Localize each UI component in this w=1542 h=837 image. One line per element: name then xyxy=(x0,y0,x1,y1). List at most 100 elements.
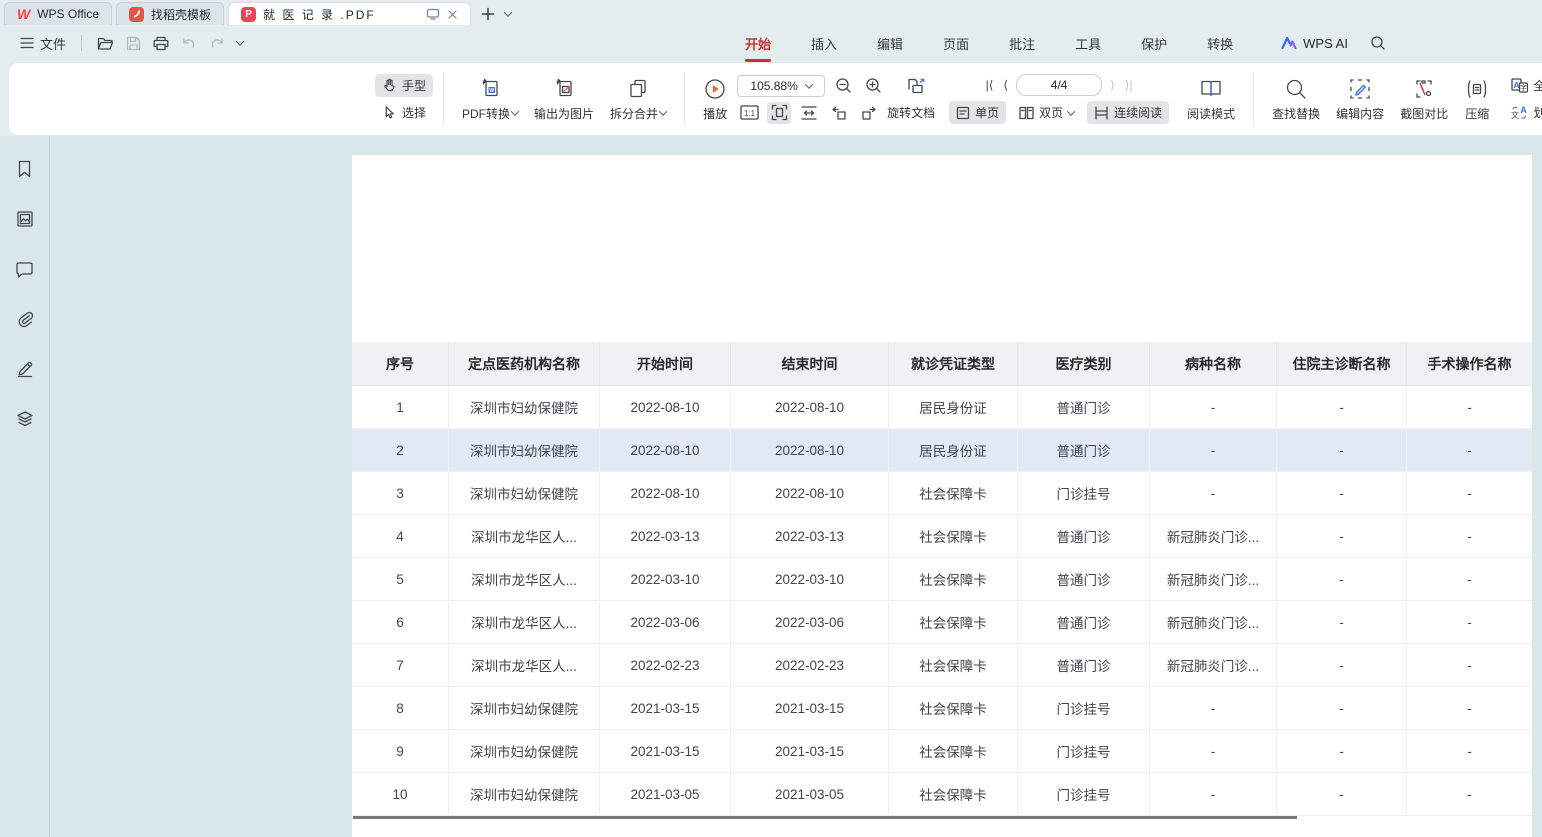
table-row: 9深圳市妇幼保健院2021-03-152021-03-15社会保障卡门诊挂号--… xyxy=(352,730,1532,773)
next-page-button[interactable]: ⟩ xyxy=(1108,78,1117,92)
ribbon-tab-编辑[interactable]: 编辑 xyxy=(875,31,905,56)
file-menu-button[interactable]: 文件 xyxy=(14,30,72,57)
hand-icon xyxy=(382,78,397,93)
table-cell: 2022-02-23 xyxy=(731,644,889,687)
table-header-cell: 住院主诊断名称 xyxy=(1277,342,1407,386)
global-search-button[interactable] xyxy=(1370,35,1386,51)
menu-bar: 文件 开始 插入 编辑 页面 批注 工具 保护 转换 WPS AI xyxy=(0,25,1542,61)
play-label: 播放 xyxy=(703,105,727,122)
rotate-doc-label[interactable]: 旋转文档 xyxy=(887,104,935,121)
table-cell: - xyxy=(1150,730,1277,773)
ribbon-tab-批注[interactable]: 批注 xyxy=(1007,31,1037,56)
print-button[interactable] xyxy=(147,33,175,54)
select-tool-button[interactable]: 选择 xyxy=(375,101,433,124)
compress-icon xyxy=(1464,77,1490,101)
table-cell: 1 xyxy=(352,386,449,429)
tab-document-pdf[interactable]: P 就 医 记 录 .PDF xyxy=(228,2,471,25)
pdf-convert-icon: W xyxy=(478,77,502,101)
table-cell: 深圳市妇幼保健院 xyxy=(449,386,600,429)
tab-list-chevron-icon[interactable] xyxy=(504,8,512,16)
ribbon-tab-保护[interactable]: 保护 xyxy=(1139,31,1169,56)
table-cell: 深圳市妇幼保健院 xyxy=(449,773,600,816)
ribbon-tab-插入[interactable]: 插入 xyxy=(809,31,839,56)
comment-icon[interactable] xyxy=(12,256,38,282)
page-number-input[interactable]: 4/4 xyxy=(1016,74,1102,96)
table-cell: - xyxy=(1407,386,1532,429)
table-cell: 新冠肺炎门诊... xyxy=(1150,644,1277,687)
prev-page-button[interactable]: ⟨ xyxy=(1001,78,1010,92)
cursor-icon xyxy=(382,105,397,120)
hand-tool-button[interactable]: 手型 xyxy=(375,74,433,97)
ribbon-tab-工具[interactable]: 工具 xyxy=(1073,31,1103,56)
pdf-page: 序号定点医药机构名称开始时间结束时间就诊凭证类型医疗类别病种名称住院主诊断名称手… xyxy=(352,155,1532,837)
close-tab-icon[interactable] xyxy=(447,9,458,20)
save-button[interactable] xyxy=(120,33,147,54)
table-cell: 社会保障卡 xyxy=(889,730,1018,773)
export-image-button[interactable]: 输出为图片 xyxy=(526,75,602,124)
one-to-one-zoom-button[interactable]: 1:1 xyxy=(737,102,761,124)
table-cell: - xyxy=(1407,601,1532,644)
table-cell: 深圳市龙华区人... xyxy=(449,515,600,558)
edit-content-label: 编辑内容 xyxy=(1336,105,1384,122)
ribbon-tab-页面[interactable]: 页面 xyxy=(941,31,971,56)
table-cell: 社会保障卡 xyxy=(889,515,1018,558)
rotate-right-button[interactable] xyxy=(857,102,881,124)
table-cell: - xyxy=(1407,515,1532,558)
svg-text:1:1: 1:1 xyxy=(744,109,756,118)
table-cell: 2022-03-13 xyxy=(731,515,889,558)
share-screen-icon[interactable] xyxy=(426,8,440,20)
table-cell: 7 xyxy=(352,644,449,687)
ribbon-tab-转换[interactable]: 转换 xyxy=(1205,31,1235,56)
word-translate-label: 划词翻译 xyxy=(1533,104,1542,121)
play-button[interactable]: 播放 xyxy=(695,75,735,124)
single-page-button[interactable]: 单页 xyxy=(949,101,1006,124)
table-cell: - xyxy=(1277,644,1407,687)
layers-icon[interactable] xyxy=(12,406,38,432)
redo-button[interactable] xyxy=(203,34,231,53)
undo-button[interactable] xyxy=(175,34,203,53)
table-header-cell: 医疗类别 xyxy=(1018,342,1150,386)
full-translate-button[interactable]: A 字 全文翻译 xyxy=(1504,74,1542,97)
double-page-button[interactable]: 双页 xyxy=(1012,101,1081,124)
word-translate-button[interactable]: 文 A 划词翻译 xyxy=(1504,101,1542,124)
rotate-left-button[interactable] xyxy=(827,102,851,124)
last-page-button[interactable]: ⟩| xyxy=(1123,78,1135,92)
signature-icon[interactable] xyxy=(12,356,38,382)
fit-width-button[interactable] xyxy=(797,102,821,124)
wps-ai-button[interactable]: WPS AI xyxy=(1281,36,1348,51)
zoom-in-button[interactable] xyxy=(861,75,885,97)
table-header-cell: 定点医药机构名称 xyxy=(449,342,600,386)
divider xyxy=(81,35,82,51)
table-cell: - xyxy=(1150,429,1277,472)
continuous-read-icon xyxy=(1094,106,1109,120)
zoom-level-value: 105.88% xyxy=(750,79,797,93)
table-cell: - xyxy=(1277,515,1407,558)
table-cell: 深圳市妇幼保健院 xyxy=(449,687,600,730)
zoom-out-button[interactable] xyxy=(831,75,855,97)
table-cell: - xyxy=(1277,472,1407,515)
open-file-button[interactable] xyxy=(91,33,120,54)
screenshot-compare-button[interactable]: 截图对比 xyxy=(1392,75,1456,124)
thumbnail-icon[interactable] xyxy=(12,206,38,232)
attachment-icon[interactable] xyxy=(12,306,38,332)
edit-content-button[interactable]: 编辑内容 xyxy=(1328,75,1392,124)
find-replace-icon xyxy=(1284,77,1308,101)
table-cell: 社会保障卡 xyxy=(889,601,1018,644)
split-merge-button[interactable]: 拆分合并 xyxy=(602,75,674,124)
ribbon-tab-开始[interactable]: 开始 xyxy=(743,31,773,56)
continuous-read-button[interactable]: 连续阅读 xyxy=(1087,101,1169,124)
word-translate-icon: 文 A xyxy=(1511,105,1528,120)
read-mode-button[interactable]: 阅读模式 xyxy=(1179,75,1243,124)
compress-button[interactable]: 压缩 xyxy=(1456,75,1498,124)
rotate-pages-button[interactable] xyxy=(905,75,929,97)
first-page-button[interactable]: |⟨ xyxy=(984,78,996,92)
fit-page-button[interactable] xyxy=(767,102,791,124)
bookmark-icon[interactable] xyxy=(12,156,38,182)
new-tab-icon[interactable] xyxy=(481,7,495,21)
find-replace-button[interactable]: 查找替换 xyxy=(1264,75,1328,124)
pdf-convert-button[interactable]: W PDF转换 xyxy=(454,75,526,124)
zoom-level-select[interactable]: 105.88% xyxy=(737,75,825,97)
quickbar-chevron-icon[interactable] xyxy=(231,37,249,49)
tab-wps-office[interactable]: W WPS Office xyxy=(4,2,112,25)
tab-docer-template[interactable]: 找稻壳模板 xyxy=(116,2,224,25)
